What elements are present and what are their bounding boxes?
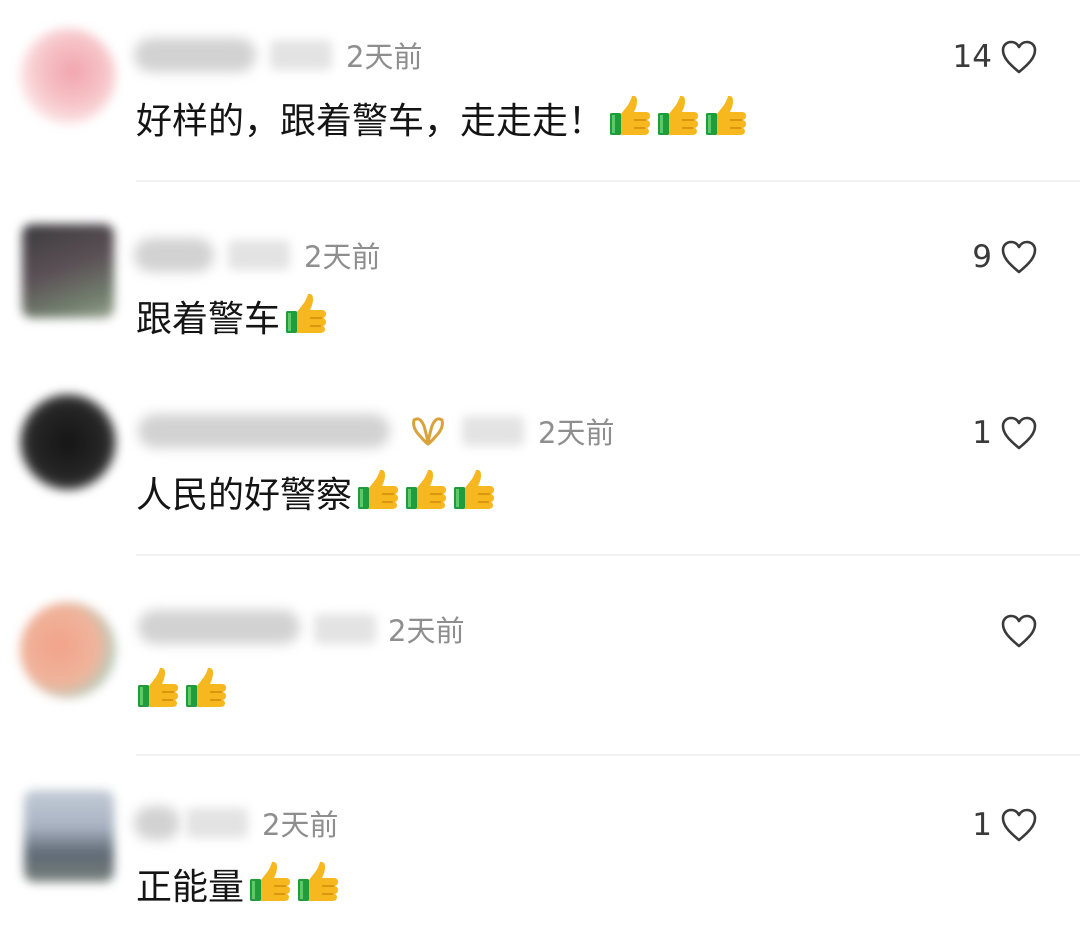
heart-outline-icon[interactable] [1000,807,1038,843]
user-tag [462,416,524,446]
comment-text-row: 人民的好警察 [136,468,500,521]
comment-text-row: 正能量 [136,860,344,913]
thumbs-up-emoji-icon [656,94,700,138]
user-tag [228,240,290,270]
comment-text-row: 好样的，跟着警车，走走走！ [136,94,752,147]
user-tag [270,40,332,70]
heart-outline-icon[interactable] [1000,39,1038,75]
avatar[interactable] [24,790,114,882]
like-button[interactable] [992,611,1038,651]
emoji-group [136,666,232,710]
like-button[interactable]: 1 [972,805,1038,845]
comment-text: 跟着警车 [136,299,281,340]
thumbs-up-emoji-icon [184,666,228,710]
heart-outline-icon[interactable] [1000,415,1038,451]
comment-time: 2天前 [538,416,615,450]
comment-item: 2天前 [0,556,1080,756]
user-tag [186,808,248,838]
like-button[interactable]: 1 [972,413,1038,453]
emoji-group [248,860,344,904]
user-tag [314,614,376,644]
comment-text-row: 跟着警车 [136,292,332,345]
thumbs-up-emoji-icon [296,860,340,904]
thumbs-up-emoji-icon [136,666,180,710]
thumbs-up-emoji-icon [704,94,748,138]
thumbs-up-emoji-icon [284,292,328,336]
username[interactable] [138,414,390,448]
comment-time: 2天前 [388,614,465,648]
comment-time: 2天前 [304,240,381,274]
comment-item: 2天前 14 好样的，跟着警车，走走走！ [0,0,1080,182]
like-count: 9 [972,239,992,275]
comment-item: 2天前 1 人民的好警察 [0,372,1080,556]
comment-time: 2天前 [346,40,423,74]
username[interactable] [134,38,256,72]
comment-text: 好样的，跟着警车，走走走！ [136,101,605,142]
emoji-group [284,292,332,336]
avatar[interactable] [20,28,116,124]
thumbs-up-emoji-icon [404,468,448,512]
like-button[interactable]: 14 [953,37,1038,77]
thumbs-up-emoji-icon [608,94,652,138]
avatar[interactable] [22,224,114,318]
username[interactable] [134,238,214,272]
like-count: 14 [952,39,992,75]
thumbs-up-emoji-icon [248,860,292,904]
avatar[interactable] [20,602,116,698]
username[interactable] [134,806,180,840]
avatar[interactable] [20,394,116,490]
like-count: 1 [972,415,992,451]
comment-text-row [136,666,232,719]
emoji-group [356,468,500,512]
like-button[interactable]: 9 [972,237,1038,277]
comment-item: 2天前 9 跟着警车 [0,182,1080,372]
comment-text: 正能量 [136,867,245,908]
comment-item: 2天前 1 正能量 [0,756,1080,941]
comment-text: 人民的好警察 [136,475,353,516]
heart-outline-icon[interactable] [1000,239,1038,275]
emoji-group [608,94,752,138]
like-count: 1 [972,807,992,843]
username[interactable] [138,610,300,644]
thumbs-up-emoji-icon [356,468,400,512]
gold-ribbon-badge-icon [412,417,444,446]
thumbs-up-emoji-icon [452,468,496,512]
comment-time: 2天前 [262,808,339,842]
heart-outline-icon[interactable] [1000,613,1038,649]
